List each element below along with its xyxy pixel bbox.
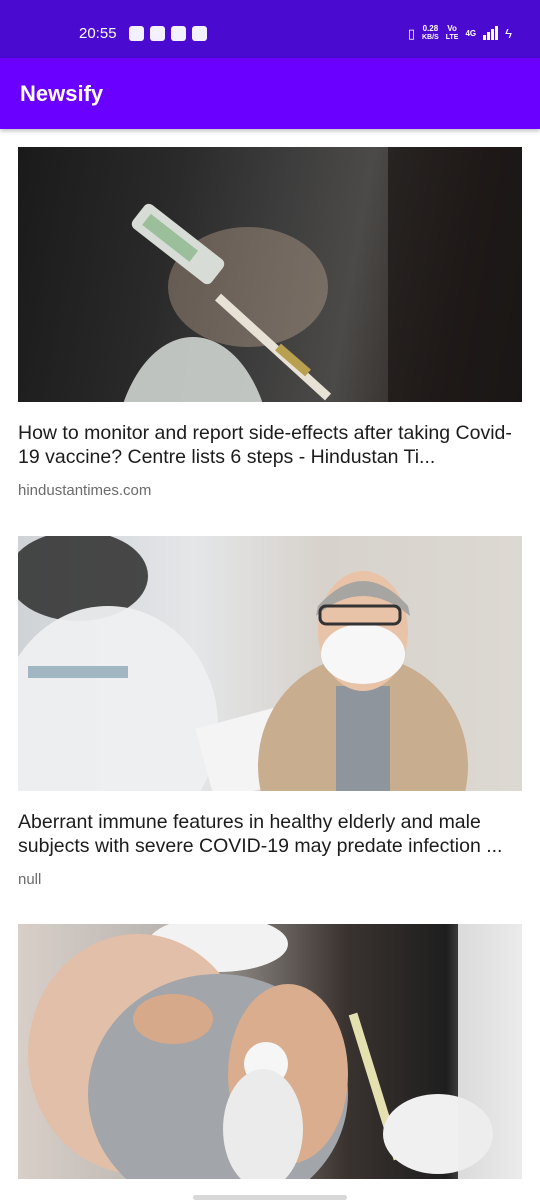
article-title[interactable]: How to monitor and report side-effects a… — [18, 421, 522, 469]
status-indicators: ▯ 0.28 KB/S Vo LTE 4G ϟ — [408, 24, 512, 42]
news-icon — [150, 26, 165, 41]
arm-vaccination-photo — [28, 924, 522, 1179]
app-title: Newsify — [20, 81, 104, 106]
article-source: hindustantimes.com — [18, 482, 152, 499]
status-bar: 20:55 ▯ 0.28 KB/S Vo LTE 4G ϟ — [0, 0, 540, 58]
article-image — [18, 536, 522, 791]
article-title[interactable]: Aberrant immune features in healthy elde… — [18, 810, 522, 858]
article-card[interactable] — [18, 924, 522, 1179]
article-card[interactable]: How to monitor and report side-effects a… — [18, 147, 522, 499]
notification-icons — [129, 26, 207, 41]
volte-icon: Vo LTE — [445, 24, 459, 41]
mail-icon — [171, 26, 186, 41]
elderly-man-mask-photo — [18, 536, 468, 791]
vibrate-icon: ▯ — [407, 25, 415, 41]
article-image — [18, 147, 522, 402]
plus-icon — [192, 26, 207, 41]
gesture-bar[interactable] — [193, 1195, 347, 1200]
gallery-icon — [129, 26, 144, 41]
network-type: 4G — [465, 28, 477, 38]
article-card[interactable]: Aberrant immune features in healthy elde… — [18, 536, 522, 888]
vaccine-vial-photo — [123, 147, 522, 402]
charging-icon: ϟ — [505, 25, 512, 41]
net-speed: 0.28 KB/S — [422, 24, 439, 41]
signal-icon — [483, 26, 499, 40]
article-image — [18, 924, 522, 1179]
status-time: 20:55 — [79, 25, 117, 42]
article-source: null — [18, 871, 42, 888]
app-bar: Newsify — [0, 58, 540, 129]
